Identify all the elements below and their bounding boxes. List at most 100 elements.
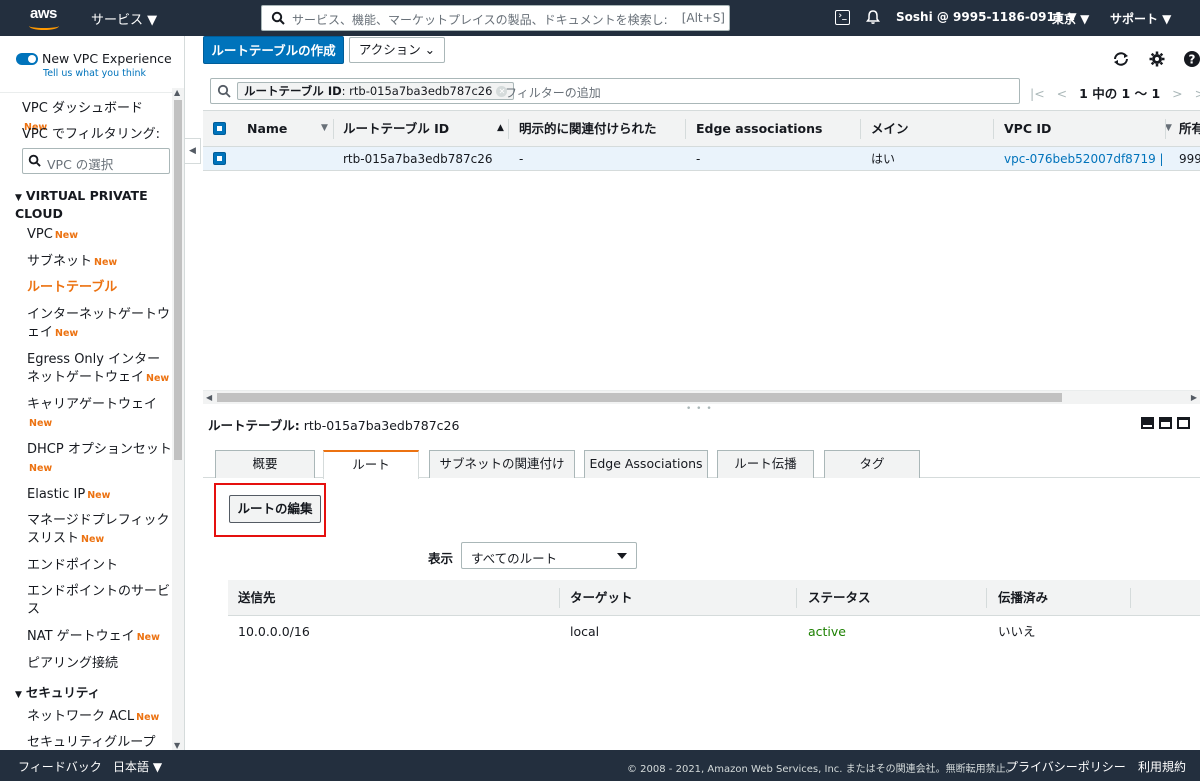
select-all-checkbox[interactable] [213, 122, 226, 135]
sidebar-item-elastic-ip[interactable]: Elastic IP New [27, 486, 172, 505]
scrollbar-thumb[interactable] [174, 100, 182, 460]
help-icon[interactable]: ? [1183, 50, 1200, 68]
sidebar-item-peering-connections[interactable]: ピアリング接続 [27, 655, 172, 673]
column-header-vpc-id[interactable]: VPC ID [1004, 111, 1051, 146]
grid-horizontal-scrollbar[interactable]: ◀ ▶ [203, 390, 1200, 404]
new-badge: New [87, 490, 111, 501]
first-page-icon[interactable]: |< [1030, 86, 1045, 101]
sidebar-item-network-acls[interactable]: ネットワーク ACL New [27, 708, 172, 727]
column-divider [993, 119, 994, 139]
cell-route-table-id: rtb-015a7ba3edb787c26 [343, 152, 493, 166]
create-route-table-button[interactable]: ルートテーブルの作成 [203, 36, 344, 64]
sidebar-item-label: VPC ダッシュボード [22, 101, 143, 116]
detail-title-value: rtb-015a7ba3edb787c26 [303, 418, 460, 433]
settings-gear-icon[interactable] [1148, 50, 1166, 68]
privacy-policy-link[interactable]: プライバシーポリシー [1006, 758, 1126, 775]
cell-vpc-id-link[interactable]: vpc-076beb52007df8719 | ... [1004, 147, 1162, 171]
sidebar-item-vpc[interactable]: VPC New [27, 226, 172, 245]
region-menu[interactable]: 東京 ▼ [1052, 10, 1089, 27]
column-menu-icon[interactable]: ▼ [1165, 111, 1172, 146]
sidebar-item-security-groups[interactable]: セキュリティグループ [27, 734, 172, 750]
row-checkbox[interactable] [213, 152, 226, 165]
tab-tags[interactable]: タグ [824, 450, 920, 478]
sidebar-item-endpoints[interactable]: エンドポイント [27, 557, 172, 575]
sidebar-item-egress-only-gateways[interactable]: Egress Only インターネットゲートウェイ New [27, 351, 172, 388]
route-table-filter-input[interactable]: ルートテーブル ID: rtb-015a7ba3edb787c26 ✕ フィルター… [210, 78, 1020, 104]
scroll-right-arrow-icon[interactable]: ▶ [1191, 391, 1197, 405]
scroll-left-arrow-icon[interactable]: ◀ [206, 391, 212, 405]
section-label: セキュリティ [25, 685, 101, 700]
sidebar-item-carrier-gateways[interactable]: キャリアゲートウェイ New [27, 396, 172, 433]
new-badge: New [146, 373, 170, 384]
sidebar-item-nat-gateways[interactable]: NAT ゲートウェイ New [27, 628, 172, 647]
filter-chip[interactable]: ルートテーブル ID: rtb-015a7ba3edb787c26 ✕ [237, 82, 515, 100]
tab-routes[interactable]: ルート [323, 450, 419, 479]
sidebar-item-subnets[interactable]: サブネット New [27, 253, 172, 272]
column-header-owner[interactable]: 所有 [1179, 111, 1200, 146]
sidebar-item-label: ルートテーブル [27, 280, 118, 295]
language-selector[interactable]: 日本語 ▼ [113, 758, 162, 775]
layout-large-pane-icon[interactable] [1141, 417, 1154, 429]
new-vpc-experience-toggle[interactable] [16, 53, 38, 65]
support-menu[interactable]: サポート ▼ [1110, 10, 1171, 27]
scroll-up-arrow-icon[interactable]: ▲ [174, 88, 180, 97]
column-header-main[interactable]: メイン [871, 111, 909, 146]
sidebar-item-label: DHCP オプションセット [27, 442, 172, 457]
caret-down-icon: ▼ [15, 690, 22, 700]
account-menu[interactable]: Soshi @ 9995-1186-0911 ▼ [896, 10, 1077, 24]
detail-title-label: ルートテーブル: [208, 418, 300, 433]
cloudshell-icon[interactable]: ›_ [835, 10, 850, 25]
feedback-link[interactable]: Tell us what you think [43, 68, 146, 79]
next-page-icon[interactable]: > [1172, 86, 1182, 101]
column-header-edge-associations[interactable]: Edge associations [696, 111, 822, 146]
route-table-grid-header: Name ▼ ルートテーブル ID ▲ 明示的に関連付けられた Edge ass… [203, 110, 1200, 147]
tab-subnet-associations[interactable]: サブネットの関連付け [429, 450, 575, 478]
search-placeholder: サービス、機能、マーケットプレイスの製品、ドキュメントを検索し: [292, 13, 668, 27]
sidebar-item-label: ピアリング接続 [27, 656, 119, 671]
column-header-route-table-id[interactable]: ルートテーブル ID [343, 111, 449, 146]
sidebar-item-label: セキュリティグループ [27, 735, 156, 750]
new-badge: New [94, 257, 118, 268]
collapse-sidebar-icon[interactable]: ◀ [185, 138, 201, 164]
sort-asc-icon[interactable]: ▲ [497, 111, 504, 146]
vpc-select-input[interactable]: VPC の選択 [22, 148, 170, 174]
sidebar-item-endpoint-services[interactable]: エンドポイントのサービス [27, 583, 172, 619]
sidebar-section-security[interactable]: ▼ セキュリティ [15, 685, 100, 703]
sidebar-item-label: サブネット [27, 254, 93, 269]
copyright-text: © 2008 - 2021, Amazon Web Services, Inc.… [627, 764, 1016, 775]
terms-link[interactable]: 利用規約 [1138, 758, 1186, 775]
feedback-link[interactable]: フィードバック [18, 758, 102, 775]
column-header-explicit-association[interactable]: 明示的に関連付けられた [519, 111, 657, 146]
tab-summary[interactable]: 概要 [215, 450, 315, 478]
sidebar-item-managed-prefix-lists[interactable]: マネージドプレフィックスリスト New [27, 512, 172, 549]
layout-medium-pane-icon[interactable] [1159, 417, 1172, 429]
global-search-input[interactable]: サービス、機能、マーケットプレイスの製品、ドキュメントを検索し: [Alt+S] [261, 5, 730, 31]
cell-target: local [570, 624, 600, 639]
sidebar-item-internet-gateways[interactable]: インターネットゲートウェイ New [27, 306, 172, 343]
last-page-icon[interactable]: >| [1195, 86, 1200, 101]
sidebar-item-dhcp-options[interactable]: DHCP オプションセット New [27, 441, 172, 478]
aws-logo[interactable]: aws [26, 5, 70, 31]
pane-resize-handle[interactable]: • • • [686, 404, 713, 414]
detail-pane-title: ルートテーブル: rtb-015a7ba3edb787c26 [208, 415, 459, 434]
column-header-name[interactable]: Name [247, 111, 287, 146]
scroll-down-arrow-icon[interactable]: ▼ [174, 741, 180, 750]
scrollbar-thumb[interactable] [217, 393, 1062, 402]
new-badge: New [29, 463, 53, 474]
tab-route-propagation[interactable]: ルート伝播 [717, 450, 814, 478]
column-menu-icon[interactable]: ▼ [321, 111, 328, 146]
prev-page-icon[interactable]: < [1057, 86, 1067, 101]
sidebar-item-route-tables[interactable]: ルートテーブル [27, 279, 172, 297]
notification-bell-icon[interactable] [865, 9, 881, 25]
sidebar-scrollbar[interactable]: ▲ ▼ [172, 88, 184, 750]
layout-small-pane-icon[interactable] [1177, 417, 1190, 429]
route-filter-select[interactable]: すべてのルート [461, 542, 637, 569]
actions-button[interactable]: アクション ⌄ [349, 37, 445, 63]
sidebar-item-label: エンドポイントのサービス [27, 584, 171, 617]
tab-edge-associations[interactable]: Edge Associations [584, 450, 708, 478]
table-row[interactable]: rtb-015a7ba3edb787c26 - - はい vpc-076beb5… [203, 147, 1200, 171]
services-menu[interactable]: サービス ▼ [91, 9, 157, 28]
sidebar-section-vpc[interactable]: ▼ VIRTUAL PRIVATE CLOUD [15, 188, 165, 222]
cell-destination: 10.0.0.0/16 [238, 624, 310, 639]
refresh-icon[interactable] [1112, 50, 1130, 68]
